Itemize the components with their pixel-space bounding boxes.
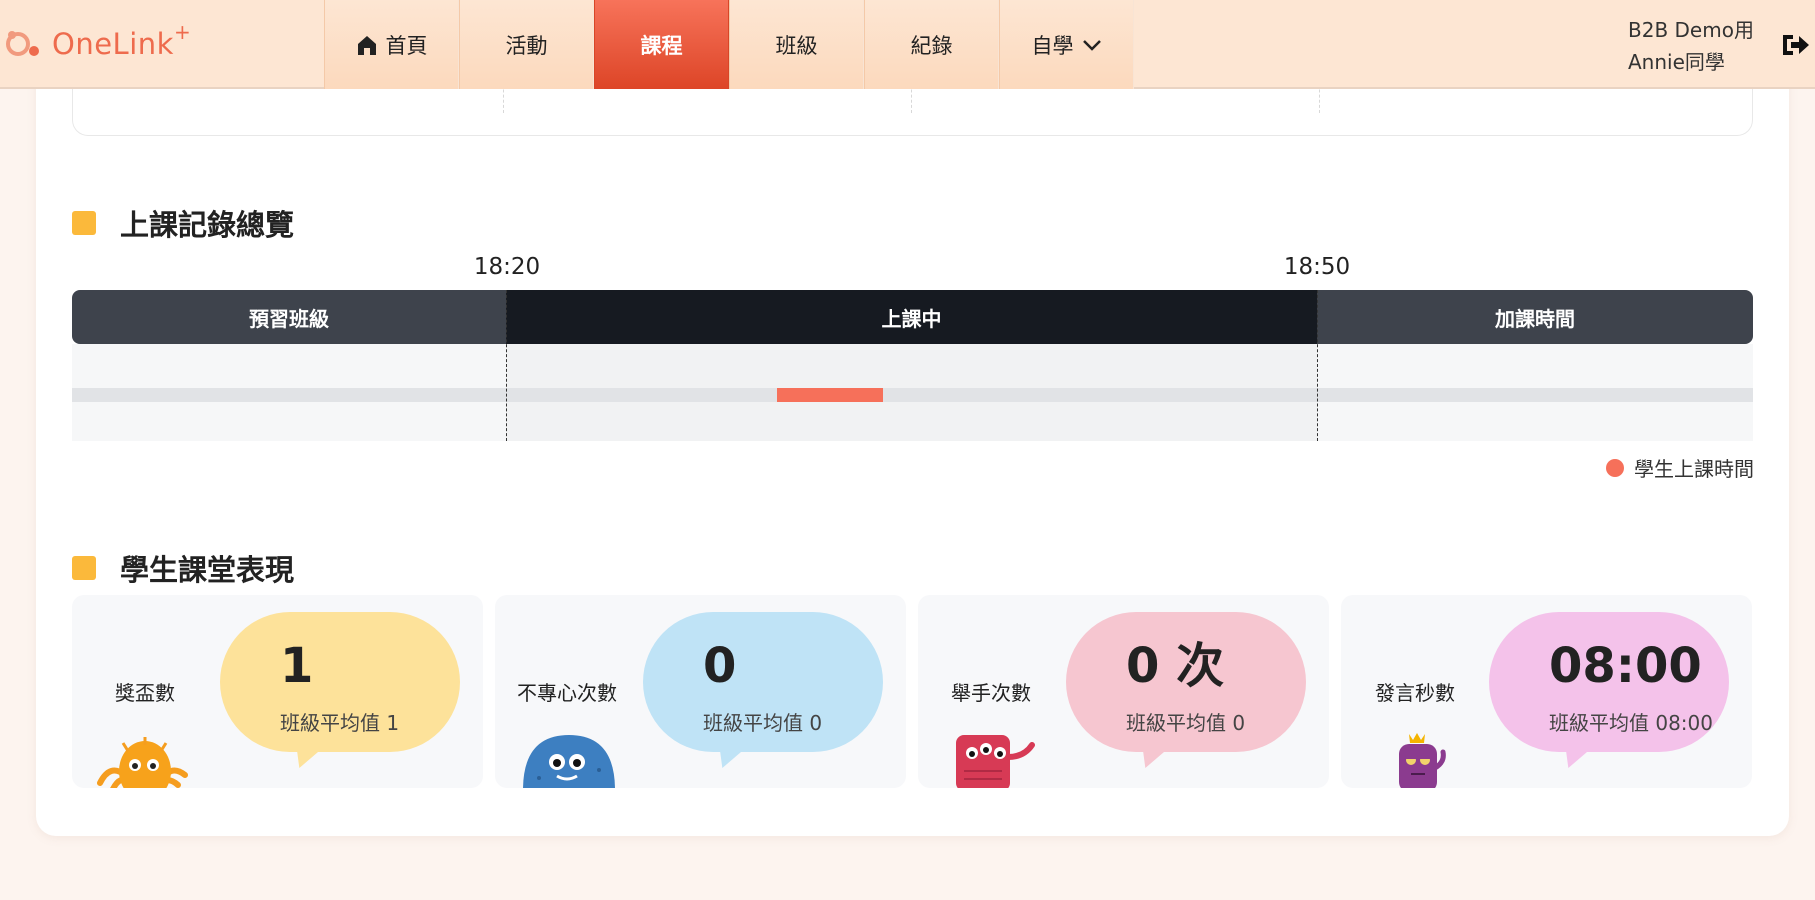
section-title-text: 上課記錄總覽 bbox=[120, 208, 295, 242]
logout-icon[interactable] bbox=[1779, 29, 1811, 61]
user-name: Annie同學 bbox=[1628, 50, 1725, 74]
performance-label: 發言秒數 bbox=[1375, 681, 1455, 705]
timeline-segment-in-class: 上課中 bbox=[506, 290, 1317, 344]
purple-monster-mascot bbox=[1385, 728, 1455, 788]
timeline-track-area bbox=[72, 344, 1753, 441]
section-title-timeline: 上課記錄總覽 bbox=[72, 202, 294, 244]
timeline-phase-bar: 預習班級 上課中 加課時間 bbox=[72, 290, 1753, 344]
performance-value: 0 bbox=[703, 638, 737, 694]
orange-octopus-mascot bbox=[90, 733, 200, 788]
timeline-track bbox=[72, 388, 1753, 402]
nav-item-self-study[interactable]: 自學 bbox=[999, 0, 1134, 89]
main-nav: 首頁 活動 課程 班級 紀錄 自學 bbox=[324, 0, 1134, 89]
nav-item-label: 紀錄 bbox=[910, 33, 953, 58]
speech-bubble-tail bbox=[1133, 748, 1169, 768]
speech-bubble: 0 班級平均值 0 bbox=[643, 612, 883, 768]
user-info[interactable]: B2B Demo用 Annie同學 bbox=[1628, 14, 1754, 78]
nav-item-classes[interactable]: 班級 bbox=[729, 0, 864, 89]
timeline-segment-extra-time: 加課時間 bbox=[1317, 290, 1753, 344]
home-icon bbox=[356, 34, 378, 56]
class-average: 班級平均值 08:00 bbox=[1549, 711, 1713, 735]
chevron-down-icon bbox=[1082, 38, 1102, 52]
performance-label: 不專心次數 bbox=[517, 681, 617, 705]
performance-card-inattention: 不專心次數 0 班級平均值 0 bbox=[495, 595, 906, 788]
timeline-end-divider bbox=[1317, 290, 1318, 441]
timeline-start-divider bbox=[506, 290, 507, 441]
speech-bubble-tail bbox=[710, 748, 746, 768]
section-title-text: 學生課堂表現 bbox=[120, 553, 295, 587]
section-marker bbox=[72, 556, 96, 580]
performance-card-trophies: 獎盃數 1 班級平均值 1 bbox=[72, 595, 483, 788]
nav-item-label: 班級 bbox=[775, 33, 818, 58]
performance-value: 0 次 bbox=[1126, 638, 1225, 694]
legend-label: 學生上課時間 bbox=[1634, 457, 1754, 481]
logo-mark-icon bbox=[4, 24, 50, 64]
speech-bubble: 08:00 班級平均值 08:00 bbox=[1489, 612, 1729, 768]
nav-item-label: 課程 bbox=[640, 33, 683, 58]
timeline-start-time: 18:20 bbox=[473, 254, 541, 280]
section-marker bbox=[72, 211, 96, 235]
section-title-performance: 學生課堂表現 bbox=[72, 547, 294, 589]
nav-item-records[interactable]: 紀錄 bbox=[864, 0, 999, 89]
performance-value: 08:00 bbox=[1549, 638, 1702, 694]
speech-bubble: 1 班級平均值 1 bbox=[220, 612, 460, 768]
top-navigation-bar: OneLink + 首頁 活動 課程 班級 紀錄 自學 B2B Demo用 An… bbox=[0, 0, 1815, 89]
timeline-segment-preview: 預習班級 bbox=[72, 290, 506, 344]
nav-item-label: 首頁 bbox=[385, 33, 428, 58]
blue-monster-mascot bbox=[521, 730, 621, 788]
legend-dot bbox=[1606, 458, 1624, 477]
nav-item-activities[interactable]: 活動 bbox=[459, 0, 594, 89]
onelink-logo[interactable]: OneLink + bbox=[4, 20, 191, 64]
performance-card-speaking-seconds: 發言秒數 08:00 班級平均值 08:00 bbox=[1341, 595, 1752, 788]
nav-item-home[interactable]: 首頁 bbox=[324, 0, 459, 89]
student-attendance-bar[interactable] bbox=[777, 388, 883, 402]
class-average: 班級平均值 0 bbox=[703, 711, 823, 735]
nav-item-courses[interactable]: 課程 bbox=[594, 0, 729, 89]
red-monster-mascot bbox=[944, 727, 1044, 788]
performance-value: 1 bbox=[280, 638, 314, 694]
nav-item-label: 自學 bbox=[1031, 33, 1074, 58]
nav-item-label: 活動 bbox=[505, 33, 548, 58]
class-average: 班級平均值 1 bbox=[280, 711, 400, 735]
logo-text: OneLink bbox=[52, 27, 174, 61]
performance-label: 舉手次數 bbox=[951, 681, 1031, 705]
speech-bubble: 0 次 班級平均值 0 bbox=[1066, 612, 1306, 768]
timeline-end-time: 18:50 bbox=[1283, 254, 1351, 280]
performance-label: 獎盃數 bbox=[115, 681, 175, 705]
user-org: B2B Demo用 bbox=[1628, 18, 1754, 42]
timeline-legend: 學生上課時間 bbox=[1606, 453, 1754, 482]
speech-bubble-tail bbox=[287, 748, 323, 768]
speech-bubble-tail bbox=[1556, 748, 1592, 768]
logo-plus: + bbox=[173, 20, 191, 44]
class-average: 班級平均值 0 bbox=[1126, 711, 1246, 735]
performance-card-hand-raises: 舉手次數 0 次 班級平均值 0 bbox=[918, 595, 1329, 788]
